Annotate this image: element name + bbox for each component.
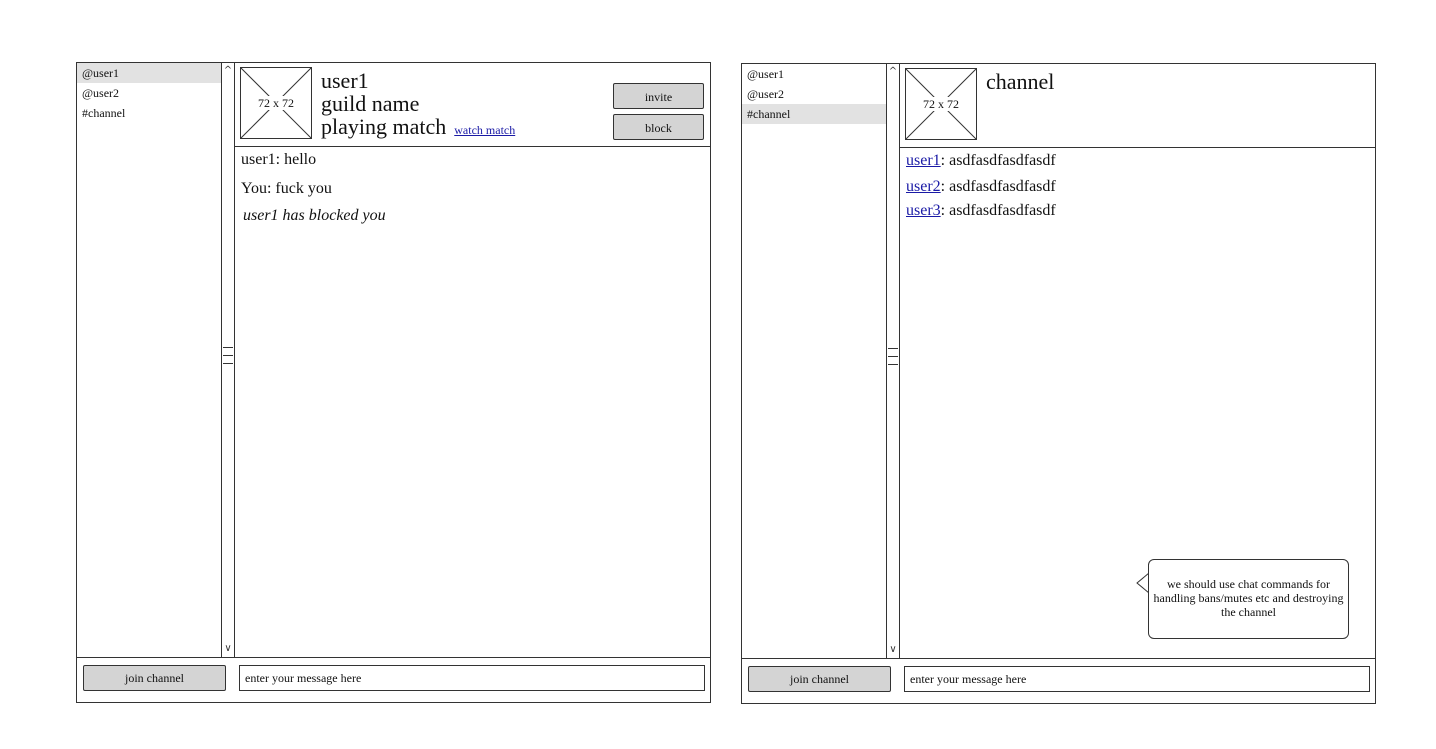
message-sender: You [241,180,267,197]
message-sender-link[interactable]: user3 [906,202,941,219]
right-chat-window: @user1 @user2 #channel ^ ∨ 72 x 72 chann… [741,63,1376,704]
system-message: user1 has blocked you [243,207,386,224]
message-input[interactable]: enter your message here [239,665,705,691]
user-name: user1 [321,68,369,93]
avatar-size-label: 72 x 72 [256,96,296,110]
user-status: playing match watch match [321,115,515,142]
block-button[interactable]: block [613,114,704,140]
annotation-callout: we should use chat commands for handling… [1148,559,1349,639]
message-row: user1: hello [241,151,316,169]
conversation-list: @user1 @user2 #channel [742,64,887,124]
message-row: You: fuck you [241,180,332,198]
guild-name: guild name [321,91,420,116]
left-chat-window: @user1 @user2 #channel ^ ∨ 72 x 72 user1… [76,62,711,703]
scroll-down-icon[interactable]: ∨ [222,642,234,656]
message-row: user1: asdfasdfasdfasdf [906,152,1056,170]
message-sender-link[interactable]: user2 [906,178,941,195]
user-info: user1 guild name playing match watch matc… [321,69,515,142]
sidebar-scrollbar[interactable]: ^ ∨ [221,63,235,657]
compose-bar: join channel enter your message here [77,657,710,702]
chat-header: 72 x 72 user1 guild name playing match wa… [235,63,710,147]
message-text: : hello [275,151,317,168]
invite-button[interactable]: invite [613,83,704,109]
message-row: user2: asdfasdfasdfasdf [906,178,1056,196]
scroll-up-icon[interactable]: ^ [887,65,899,79]
message-row: user3: asdfasdfasdfasdf [906,202,1056,220]
sidebar-item-user1[interactable]: @user1 [742,64,887,84]
status-text: playing match [321,114,447,139]
message-sender: user1 [241,151,276,168]
chat-header: 72 x 72 channel [900,64,1375,148]
channel-avatar: 72 x 72 [905,68,977,140]
sidebar-item-channel[interactable]: #channel [742,104,887,124]
message-text: : asdfasdfasdfasdf [940,178,1056,195]
join-channel-button[interactable]: join channel [83,665,226,691]
message-text: : asdfasdfasdfasdf [940,202,1056,219]
scroll-grip-icon[interactable] [888,348,898,372]
message-area: user1: hello You: fuck you user1 has blo… [235,147,710,657]
sidebar-item-user2[interactable]: @user2 [77,83,222,103]
user-avatar: 72 x 72 [240,67,312,139]
sidebar-item-channel[interactable]: #channel [77,103,222,123]
sidebar-item-user1[interactable]: @user1 [77,63,222,83]
scroll-up-icon[interactable]: ^ [222,64,234,78]
avatar-size-label: 72 x 72 [921,97,961,111]
scroll-grip-icon[interactable] [223,347,233,371]
conversation-list: @user1 @user2 #channel [77,63,222,123]
message-text: : fuck you [266,180,332,197]
channel-title: channel [986,69,1055,94]
compose-bar: join channel enter your message here [742,658,1375,703]
conversation-sidebar: @user1 @user2 #channel [742,64,888,658]
conversation-sidebar: @user1 @user2 #channel [77,63,223,657]
join-channel-button[interactable]: join channel [748,666,891,692]
message-text: : asdfasdfasdfasdf [940,152,1056,169]
sidebar-scrollbar[interactable]: ^ ∨ [886,64,900,658]
scroll-down-icon[interactable]: ∨ [887,643,899,657]
message-sender-link[interactable]: user1 [906,152,941,169]
watch-match-link[interactable]: watch match [454,123,515,137]
message-input[interactable]: enter your message here [904,666,1370,692]
sidebar-item-user2[interactable]: @user2 [742,84,887,104]
